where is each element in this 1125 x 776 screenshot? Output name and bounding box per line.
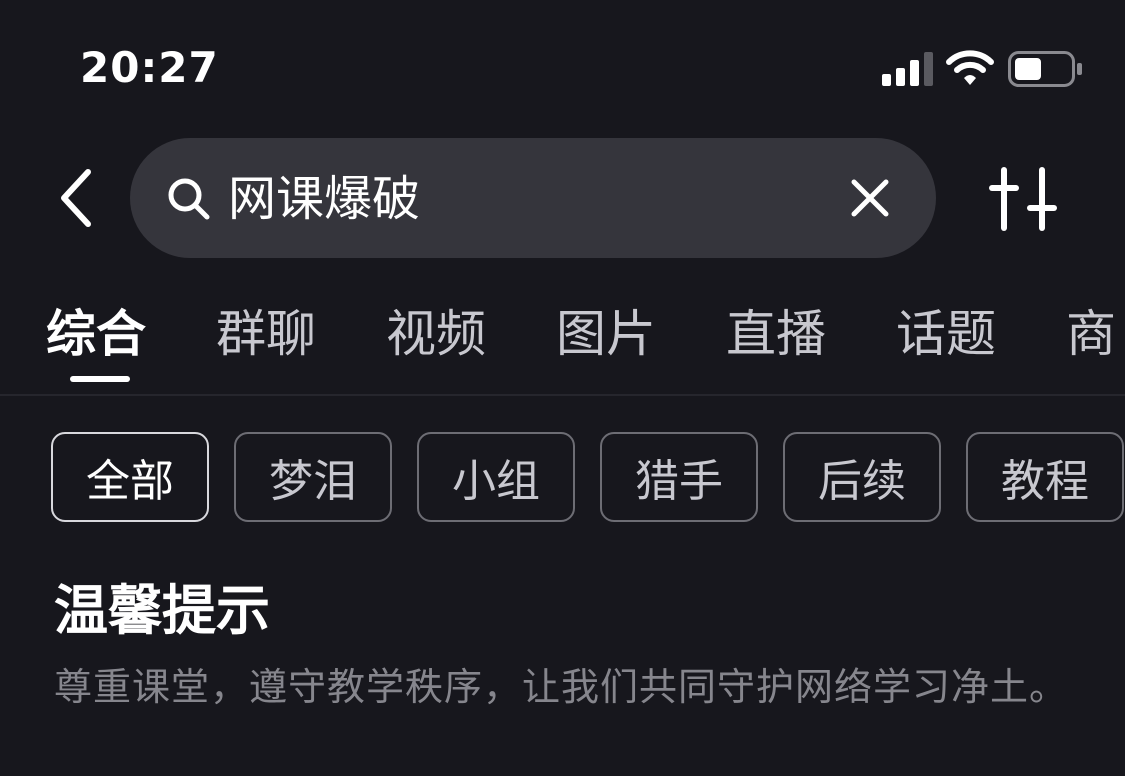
tab-images[interactable]: 图片 — [556, 294, 656, 374]
status-bar: 20:27 — [0, 0, 1125, 130]
search-icon — [168, 178, 210, 220]
clear-search-button[interactable] — [840, 168, 900, 228]
status-time: 20:27 — [80, 43, 219, 92]
tab-group-chat[interactable]: 群聊 — [216, 294, 316, 374]
notice-body: 尊重课堂，遵守教学秩序，让我们共同守护网络学习净土。 — [54, 665, 1069, 709]
back-icon — [61, 169, 91, 227]
search-tabs: 综合 群聊 视频 图片 直播 话题 商 — [0, 290, 1125, 394]
battery-icon — [1008, 51, 1082, 87]
tab-shop[interactable]: 商 — [1066, 294, 1116, 374]
chip-all[interactable]: 全部 — [51, 432, 209, 522]
notice-title: 温馨提示 — [54, 579, 270, 642]
active-tab-indicator — [70, 376, 130, 382]
wifi-icon — [946, 50, 994, 85]
tab-live[interactable]: 直播 — [726, 294, 826, 374]
tab-comprehensive[interactable]: 综合 — [46, 294, 146, 374]
filter-icon — [989, 167, 1057, 231]
close-icon — [851, 179, 889, 217]
tabs-divider — [0, 394, 1125, 396]
filter-button[interactable] — [988, 166, 1058, 232]
signal-icon — [882, 52, 933, 86]
chip-tutorial[interactable]: 教程 — [966, 432, 1124, 522]
chip-menglei[interactable]: 梦泪 — [234, 432, 392, 522]
tab-topics[interactable]: 话题 — [896, 294, 996, 374]
chip-follow-up[interactable]: 后续 — [783, 432, 941, 522]
search-input[interactable]: 网课爆破 — [228, 166, 420, 232]
back-button[interactable] — [44, 160, 108, 236]
tab-video[interactable]: 视频 — [386, 294, 486, 374]
chip-group[interactable]: 小组 — [417, 432, 575, 522]
chip-hunter[interactable]: 猎手 — [600, 432, 758, 522]
